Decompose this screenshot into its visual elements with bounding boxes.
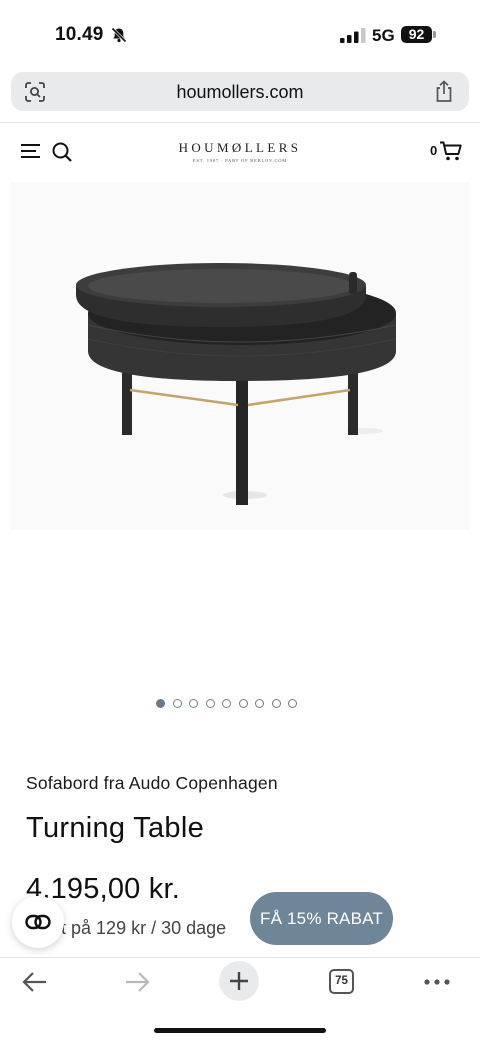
header-divider [0, 122, 480, 123]
discount-button[interactable]: FÅ 15% RABAT [250, 892, 393, 945]
link-icon [25, 914, 51, 930]
battery-indicator: 92 [401, 26, 432, 43]
url-text[interactable]: houmollers.com [11, 82, 469, 103]
chat-button[interactable] [12, 896, 64, 948]
share-icon[interactable] [434, 80, 454, 103]
carousel-dot[interactable] [255, 699, 264, 708]
bell-slash-icon [111, 27, 127, 43]
turning-table-image [76, 263, 397, 505]
home-indicator[interactable] [154, 1028, 326, 1033]
network-label: 5G [372, 26, 395, 45]
plus-icon [230, 972, 248, 990]
status-time: 10.49 [55, 24, 104, 45]
signal-icon [340, 28, 366, 43]
carousel-dot[interactable] [222, 699, 231, 708]
product-brand-line: Sofabord fra Audo Copenhagen [26, 773, 278, 793]
menu-icon[interactable] [21, 142, 41, 160]
logo-name: HOUMØLLERS [178, 140, 302, 155]
carousel-dot[interactable] [156, 699, 165, 708]
product-title: Turning Table [26, 812, 205, 844]
battery-nub [433, 31, 436, 38]
url-bar[interactable]: houmollers.com [11, 72, 469, 111]
cart-count[interactable]: 0 [430, 143, 437, 158]
carousel-dot[interactable] [238, 699, 248, 708]
carousel-dot[interactable] [271, 699, 281, 708]
carousel-dot[interactable] [205, 699, 215, 708]
new-tab-button[interactable] [219, 961, 259, 1001]
tabs-icon[interactable]: 75 [329, 969, 354, 994]
carousel-dot[interactable] [189, 699, 198, 708]
logo-tagline: EST. 1907 · PART OF BEBLOV.COM [192, 158, 288, 163]
back-arrow-icon[interactable] [22, 971, 48, 993]
cart-icon[interactable] [439, 140, 463, 162]
more-icon[interactable] [424, 979, 450, 985]
carousel-dots[interactable] [156, 699, 297, 708]
carousel-dot[interactable] [288, 699, 297, 708]
forward-arrow-icon[interactable] [124, 971, 150, 993]
carousel-dot[interactable] [172, 699, 182, 708]
site-logo[interactable]: HOUMØLLERS EST. 1907 · PART OF BEBLOV.CO… [150, 140, 330, 163]
search-icon[interactable] [51, 141, 73, 163]
